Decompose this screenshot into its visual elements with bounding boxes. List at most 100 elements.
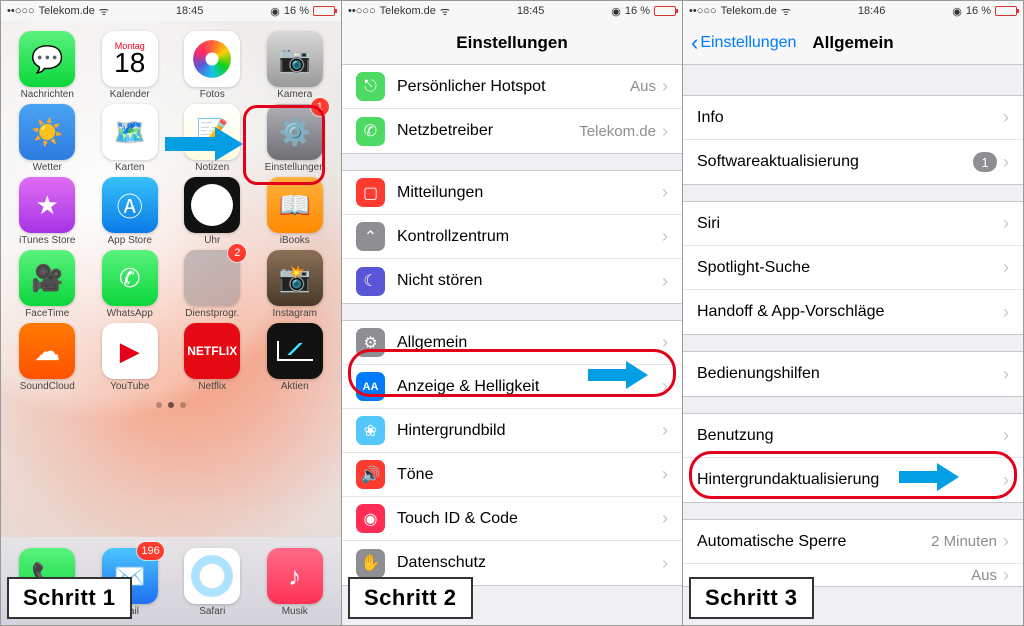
itunes-icon: ★ (19, 177, 75, 233)
app-soundcloud[interactable]: ☁︎SoundCloud (7, 323, 88, 392)
camera-icon: 📷 (267, 31, 323, 87)
app-maps[interactable]: 🗺️Karten (90, 104, 171, 173)
status-time: 18:46 (858, 5, 886, 17)
hotspot-icon: ⎋ (356, 72, 385, 101)
sounds-icon: 🔊 (356, 460, 385, 489)
row-wallpaper[interactable]: ❀Hintergrundbild› (342, 409, 682, 453)
app-facetime[interactable]: 🎥FaceTime (7, 250, 88, 319)
carrier-icon: ✆ (356, 117, 385, 146)
chevron-right-icon: › (1003, 364, 1009, 385)
row-siri[interactable]: Siri› (683, 202, 1023, 246)
app-messages[interactable]: 💬Nachrichten (7, 31, 88, 100)
controlcenter-icon: ⌃ (356, 222, 385, 251)
chevron-right-icon: › (662, 376, 668, 397)
row-controlcenter[interactable]: ⌃Kontrollzentrum› (342, 215, 682, 259)
music-icon: ♪ (267, 548, 323, 604)
row-info[interactable]: Info› (683, 96, 1023, 140)
home-screen[interactable]: 💬Nachrichten Montag18Kalender Fotos 📷Kam… (1, 21, 341, 625)
row-softwareupdate[interactable]: Softwareaktualisierung1› (683, 140, 1023, 184)
settings-list[interactable]: ⎋Persönlicher HotspotAus› ✆Netzbetreiber… (342, 65, 682, 625)
row-touchid[interactable]: ◉Touch ID & Code› (342, 497, 682, 541)
row-dnd[interactable]: ☾Nicht stören› (342, 259, 682, 303)
row-display[interactable]: AAAnzeige & Helligkeit› (342, 365, 682, 409)
general-list[interactable]: Info› Softwareaktualisierung1› Siri› Spo… (683, 65, 1023, 625)
settings-icon: ⚙️1 (267, 104, 323, 160)
row-usage[interactable]: Benutzung› (683, 414, 1023, 458)
back-button[interactable]: ‹Einstellungen (691, 34, 796, 52)
weather-icon: ☀️ (19, 104, 75, 160)
nav-header: Einstellungen (342, 21, 682, 65)
general-icon: ⚙ (356, 328, 385, 357)
row-accessibility[interactable]: Bedienungshilfen› (683, 352, 1023, 396)
chevron-right-icon: › (662, 508, 668, 529)
app-photos[interactable]: Fotos (172, 31, 253, 100)
chevron-right-icon: › (662, 420, 668, 441)
safari-icon (184, 548, 240, 604)
settings-badge: 1 (311, 98, 329, 116)
dock-music[interactable]: ♪Musik (255, 548, 336, 617)
display-icon: AA (356, 372, 385, 401)
status-bar: ••○○○Telekom.deᯤ 18:46 ◉16 % (683, 1, 1023, 21)
update-badge: 1 (973, 152, 997, 172)
app-appstore[interactable]: ⒶApp Store (90, 177, 171, 246)
netflix-icon: NETFLIX (184, 323, 240, 379)
app-weather[interactable]: ☀️Wetter (7, 104, 88, 173)
app-netflix[interactable]: NETFLIXNetflix (172, 323, 253, 392)
chevron-right-icon: › (1003, 257, 1009, 278)
utilities-icon: 2 (184, 250, 240, 306)
chevron-right-icon: › (662, 553, 668, 574)
wallpaper-icon: ❀ (356, 416, 385, 445)
chevron-right-icon: › (1003, 425, 1009, 446)
app-calendar[interactable]: Montag18Kalender (90, 31, 171, 100)
row-carrier[interactable]: ✆NetzbetreiberTelekom.de› (342, 109, 682, 153)
chevron-right-icon: › (662, 76, 668, 97)
chevron-right-icon: › (662, 271, 668, 292)
app-notes[interactable]: 📝Notizen (172, 104, 253, 173)
step-label-1: Schritt 1 (7, 577, 132, 619)
row-bgrefresh[interactable]: Hintergrundaktualisierung› (683, 458, 1023, 502)
row-hotspot[interactable]: ⎋Persönlicher HotspotAus› (342, 65, 682, 109)
notifications-icon: ▢ (356, 178, 385, 207)
app-itunes[interactable]: ★iTunes Store (7, 177, 88, 246)
app-youtube[interactable]: ▶YouTube (90, 323, 171, 392)
app-camera[interactable]: 📷Kamera (255, 31, 336, 100)
dnd-icon: ☾ (356, 267, 385, 296)
app-stocks[interactable]: Aktien (255, 323, 336, 392)
step-label-2: Schritt 2 (348, 577, 473, 619)
whatsapp-icon: ✆ (102, 250, 158, 306)
messages-icon: 💬 (19, 31, 75, 87)
chevron-right-icon: › (1003, 531, 1009, 552)
chevron-right-icon: › (1003, 107, 1009, 128)
chevron-right-icon: › (662, 182, 668, 203)
app-settings[interactable]: ⚙️1Einstellungen (255, 104, 336, 173)
chevron-right-icon: › (662, 121, 668, 142)
chevron-right-icon: › (662, 464, 668, 485)
row-general[interactable]: ⚙Allgemein› (342, 321, 682, 365)
chevron-right-icon: › (662, 226, 668, 247)
app-instagram[interactable]: 📸Instagram (255, 250, 336, 319)
calendar-icon: Montag18 (102, 31, 158, 87)
row-spotlight[interactable]: Spotlight-Suche› (683, 246, 1023, 290)
app-ibooks[interactable]: 📖iBooks (255, 177, 336, 246)
touchid-icon: ◉ (356, 504, 385, 533)
row-sounds[interactable]: 🔊Töne› (342, 453, 682, 497)
page-indicator (7, 402, 335, 408)
row-notifications[interactable]: ▢Mitteilungen› (342, 171, 682, 215)
page-title: Einstellungen (456, 33, 567, 53)
app-clock[interactable]: Uhr (172, 177, 253, 246)
maps-icon: 🗺️ (102, 104, 158, 160)
status-bar: ••○○○Telekom.deᯤ 18:45 ◉16 % (1, 1, 341, 21)
chevron-right-icon: › (1003, 470, 1009, 491)
row-autolock[interactable]: Automatische Sperre2 Minuten› (683, 520, 1023, 564)
panel-step1: ••○○○Telekom.deᯤ 18:45 ◉16 % 💬Nachrichte… (1, 1, 342, 625)
app-utilities[interactable]: 2Dienstprogr. (172, 250, 253, 319)
step-label-3: Schritt 3 (689, 577, 814, 619)
row-handoff[interactable]: Handoff & App-Vorschläge› (683, 290, 1023, 334)
privacy-icon: ✋ (356, 549, 385, 578)
dock-safari[interactable]: Safari (172, 548, 253, 617)
panel-step3: ••○○○Telekom.deᯤ 18:46 ◉16 % ‹Einstellun… (683, 1, 1023, 625)
panel-step2: ••○○○Telekom.deᯤ 18:45 ◉16 % Einstellung… (342, 1, 683, 625)
clock-icon (184, 177, 240, 233)
chevron-right-icon: › (662, 332, 668, 353)
app-whatsapp[interactable]: ✆WhatsApp (90, 250, 171, 319)
